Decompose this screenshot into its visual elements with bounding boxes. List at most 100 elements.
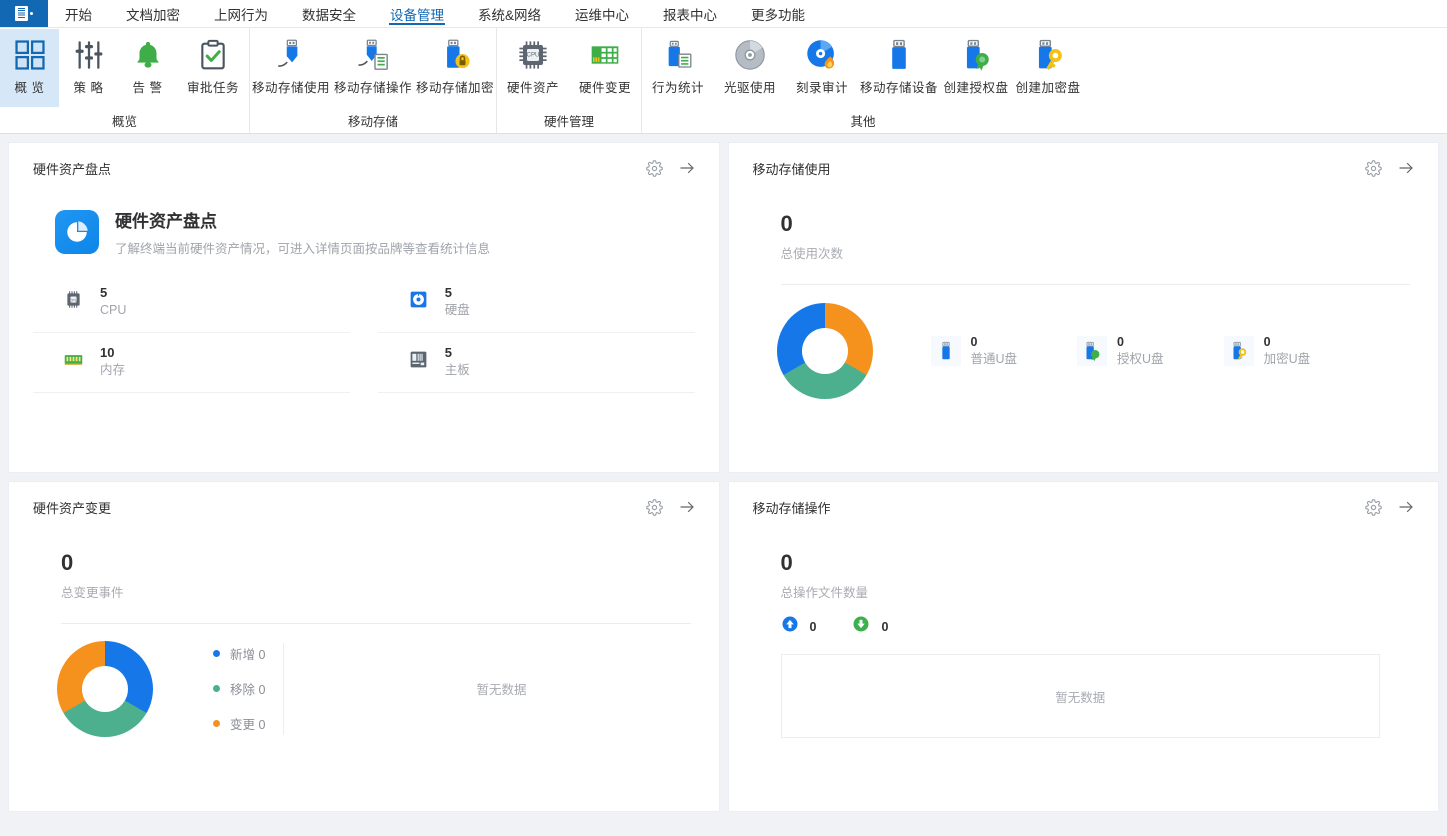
hero-text: 硬件资产盘点 了解终端当前硬件资产情况，可进入详情页面按品牌等查看统计信息	[115, 207, 490, 257]
arrow-right-icon[interactable]	[677, 159, 697, 177]
stat-label: CPU	[100, 303, 127, 317]
ribbon-button-clipboard-check[interactable]: 审批任务	[177, 29, 249, 107]
svg-text:CPU: CPU	[70, 298, 78, 302]
menu-item-4[interactable]: 设备管理	[373, 0, 461, 27]
ribbon-button-cpu-chip[interactable]: CPU 硬件资产	[497, 29, 569, 107]
arrow-up-circle-icon	[781, 615, 799, 638]
cpu-icon: CPU	[63, 289, 84, 315]
menu-item-1[interactable]: 文档加密	[109, 0, 197, 27]
ribbon-group-2: CPU 硬件资产 硬件变更 硬件管理	[496, 28, 641, 133]
ribbon-button-usb-lock[interactable]: 移动存储加密	[414, 29, 496, 107]
menu-item-0[interactable]: 开始	[48, 0, 109, 27]
ribbon-button-overview-grid[interactable]: 概 览	[0, 29, 59, 107]
stat-cell[interactable]: 5 硬盘	[377, 273, 695, 333]
usb-value: 0	[1117, 334, 1124, 349]
ribbon-group-1: 移动存储使用 移动存储操作 移动存储加密移动存储	[249, 28, 496, 133]
ribbon-button-label: 审批任务	[186, 81, 239, 95]
gear-icon[interactable]	[1365, 159, 1382, 177]
upload-value: 0	[809, 619, 817, 634]
menu-item-6[interactable]: 运维中心	[558, 0, 646, 27]
gear-icon[interactable]	[1365, 498, 1382, 516]
gear-icon[interactable]	[645, 159, 663, 177]
sliders-policy-icon	[73, 35, 105, 75]
upload-stat[interactable]: 0	[781, 615, 817, 638]
stat-cell[interactable]: 10 内存	[33, 333, 350, 393]
card-hardware-inventory: 硬件资产盘点 硬件资产盘点 了解终端当前硬件资产情况，可进入详情页面按品牌等查看…	[8, 142, 720, 473]
stat-value: 10	[100, 345, 115, 360]
total-label: 总操作文件数量	[780, 586, 869, 600]
ribbon-group-label: 移动存储	[347, 114, 398, 129]
card-header: 移动存储使用	[729, 143, 1439, 193]
app-logo[interactable]	[0, 0, 48, 27]
ribbon-button-usb-report[interactable]: 行为统计	[642, 29, 714, 107]
usb-report-icon	[662, 35, 694, 75]
ribbon-group-label: 其他	[850, 114, 876, 129]
ribbon-button-disc-drive[interactable]: 光驱使用	[714, 29, 786, 107]
change-total: 0 总变更事件	[9, 532, 719, 601]
arrow-right-icon[interactable]	[677, 498, 697, 516]
ribbon-button-sliders-policy[interactable]: 策 略	[59, 29, 118, 107]
chart-legend: 新增 0 移除 0 变更 0	[153, 636, 265, 741]
card-title: 移动存储操作	[752, 500, 831, 516]
ribbon-group-0: 概 览 策 略 告 警 审批任务 概览	[0, 28, 249, 133]
ribbon-button-usb-device[interactable]: 移动存储设备	[858, 29, 940, 107]
usage-total: 0 总使用次数	[729, 193, 1439, 262]
usb-text: 0 加密U盘	[1264, 334, 1311, 369]
menu-item-5[interactable]: 系统&网络	[461, 0, 558, 27]
stat-text: 5 硬盘	[445, 284, 470, 319]
stat-text: 10 内存	[100, 344, 125, 379]
usb-item-plain[interactable]: 0 普通U盘	[930, 334, 1017, 369]
usb-value: 0	[1263, 334, 1271, 349]
usb-key-icon	[1031, 35, 1065, 75]
menu-item-7[interactable]: 报表中心	[646, 0, 734, 27]
menu-item-label: 系统&网络	[478, 7, 542, 23]
legend-item[interactable]: 移除 0	[213, 671, 265, 706]
menu-item-3[interactable]: 数据安全	[285, 0, 373, 27]
usb-key-icon	[1223, 336, 1254, 366]
arrow-right-icon[interactable]	[1396, 498, 1416, 516]
legend-item[interactable]: 新增 0	[213, 636, 265, 671]
hardware-change-donut	[57, 640, 153, 737]
legend-dot	[213, 650, 220, 657]
card-title: 移动存储使用	[752, 161, 831, 177]
ribbon-button-label: 概 览	[14, 81, 45, 95]
ribbon-button-bell-alert[interactable]: 告 警	[118, 29, 177, 107]
menu-item-label: 设备管理	[390, 7, 444, 23]
ribbon-button-label: 移动存储操作	[333, 81, 412, 95]
menu-item-8[interactable]: 更多功能	[734, 0, 822, 27]
menu-item-2[interactable]: 上网行为	[197, 0, 285, 27]
stat-cell[interactable]: 5 主板	[377, 333, 695, 393]
ribbon-button-usb-download[interactable]: 移动存储使用	[250, 29, 332, 107]
ribbon-group-items: 行为统计 光驱使用 刻录审计 移动存储设备 创建授权盘 创建加密盘	[642, 29, 1084, 107]
download-value: 0	[881, 619, 889, 634]
svg-text:CPU: CPU	[527, 52, 540, 59]
bell-alert-icon	[132, 35, 164, 75]
usage-chart-row: 0 普通U盘 0 授权U盘 0 加密U盘	[729, 285, 1439, 399]
ram-icon	[63, 349, 84, 375]
card-header: 硬件资产变更	[9, 482, 719, 532]
total-label: 总变更事件	[61, 586, 124, 600]
ribbon-button-usb-list[interactable]: 移动存储操作	[332, 29, 414, 107]
usb-breakdown-list: 0 普通U盘 0 授权U盘 0 加密U盘	[873, 334, 1439, 369]
usb-device-icon	[882, 35, 916, 75]
arrow-right-icon[interactable]	[1396, 159, 1416, 177]
gear-icon[interactable]	[645, 498, 663, 516]
legend-item[interactable]: 变更 0	[213, 706, 265, 741]
card-header-actions	[645, 159, 697, 177]
usb-item-authorized[interactable]: 0 授权U盘	[1077, 334, 1164, 369]
motherboard-icon	[408, 349, 429, 375]
total-value: 0	[61, 550, 74, 575]
usb-download-icon	[274, 35, 308, 75]
ribbon-button-disc-burn[interactable]: 刻录审计	[786, 29, 858, 107]
ribbon-button-usb-key[interactable]: 创建加密盘	[1012, 29, 1084, 107]
stat-cell[interactable]: CPU 5 CPU	[33, 273, 350, 333]
ribbon-button-memory-board[interactable]: 硬件变更	[569, 29, 641, 107]
usb-item-encrypted[interactable]: 0 加密U盘	[1223, 334, 1311, 369]
no-data-box: 暂无数据	[780, 654, 1380, 738]
stat-value: 5	[100, 285, 108, 300]
download-stat[interactable]: 0	[852, 615, 888, 638]
ribbon-button-label: 移动存储使用	[251, 81, 330, 95]
ribbon-button-usb-badge[interactable]: 创建授权盘	[940, 29, 1012, 107]
menu-item-label: 开始	[65, 7, 92, 23]
disc-burn-icon	[805, 35, 839, 75]
